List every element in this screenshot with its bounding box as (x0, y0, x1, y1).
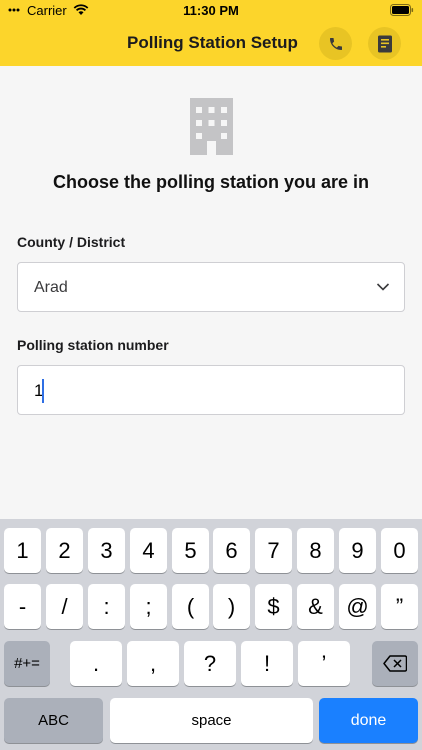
phone-icon (329, 37, 342, 50)
page-title: Polling Station Setup (127, 33, 298, 52)
space-key[interactable]: space (110, 698, 313, 743)
symbols-key[interactable]: #+= (4, 641, 50, 686)
call-button[interactable] (319, 27, 352, 60)
abc-key[interactable]: ABC (4, 698, 103, 743)
notes-icon (377, 35, 392, 52)
key-9[interactable]: 9 (339, 528, 376, 573)
station-number-input[interactable]: 1 (17, 365, 405, 415)
key-apostrophe[interactable]: ’ (298, 641, 350, 686)
chevron-down-icon (376, 283, 390, 291)
key-6[interactable]: 6 (213, 528, 250, 573)
key-8[interactable]: 8 (297, 528, 334, 573)
key-colon[interactable]: : (88, 584, 125, 629)
key-question[interactable]: ? (184, 641, 236, 686)
battery-icon (390, 4, 414, 16)
notes-button[interactable] (368, 27, 401, 60)
key-0[interactable]: 0 (381, 528, 418, 573)
done-key[interactable]: done (319, 698, 418, 743)
status-time: 11:30 PM (183, 3, 239, 18)
key-dollar[interactable]: $ (255, 584, 292, 629)
county-label: County / District (17, 234, 126, 250)
station-number-label: Polling station number (17, 337, 169, 353)
key-exclamation[interactable]: ! (241, 641, 293, 686)
keyboard: 1 2 3 4 5 6 7 8 9 0 - / : ; ( ) $ & @ ” … (0, 519, 422, 750)
backspace-icon (383, 655, 407, 672)
key-semicolon[interactable]: ; (130, 584, 167, 629)
backspace-key[interactable] (372, 641, 418, 686)
setup-heading: Choose the polling station you are in (52, 172, 370, 192)
key-hyphen[interactable]: - (4, 584, 41, 629)
county-select[interactable]: Arad (17, 262, 405, 312)
county-value: Arad (34, 279, 68, 296)
key-slash[interactable]: / (46, 584, 83, 629)
key-comma[interactable]: , (127, 641, 179, 686)
key-at[interactable]: @ (339, 584, 376, 629)
key-1[interactable]: 1 (4, 528, 41, 573)
key-quote[interactable]: ” (381, 584, 418, 629)
key-2[interactable]: 2 (46, 528, 83, 573)
key-3[interactable]: 3 (88, 528, 125, 573)
text-caret (42, 379, 44, 403)
key-5[interactable]: 5 (172, 528, 209, 573)
status-bar: Carrier 11:30 PM (0, 0, 422, 22)
key-open-paren[interactable]: ( (172, 584, 209, 629)
key-ampersand[interactable]: & (297, 584, 334, 629)
nav-bar: Carrier 11:30 PM Polling Station Setup (0, 0, 422, 66)
key-7[interactable]: 7 (255, 528, 292, 573)
building-icon (190, 98, 233, 155)
key-period[interactable]: . (70, 641, 122, 686)
key-close-paren[interactable]: ) (213, 584, 250, 629)
key-4[interactable]: 4 (130, 528, 167, 573)
